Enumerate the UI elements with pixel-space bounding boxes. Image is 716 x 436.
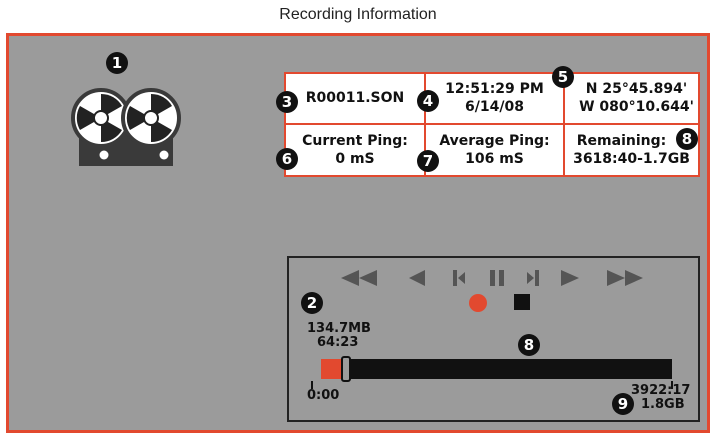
frame-back-icon[interactable]: [451, 268, 467, 288]
filename-cell: R00011.SON: [286, 74, 426, 125]
callout-3-badge: 3: [276, 91, 298, 113]
play-icon[interactable]: [559, 268, 581, 288]
figure-caption: Recording Information: [279, 6, 437, 23]
remaining-label: Remaining:: [576, 132, 667, 149]
callout-8-badge-progress: 8: [518, 334, 540, 356]
position-size-label: 134.7MB: [307, 321, 371, 336]
progress-track[interactable]: [321, 359, 672, 379]
longitude-value: W 080°10.644': [579, 99, 694, 116]
fast-forward-icon[interactable]: [605, 268, 645, 288]
pause-icon[interactable]: [487, 268, 507, 288]
average-ping-cell: Average Ping: 106 mS: [426, 124, 565, 175]
callout-2-badge: 2: [301, 292, 323, 314]
stop-button[interactable]: [514, 294, 530, 310]
current-ping-cell: Current Ping: 0 mS: [286, 124, 426, 175]
playback-panel: 134.7MB 64:23 0:00 3922:17 1.8GB: [287, 256, 700, 422]
frame-forward-icon[interactable]: [525, 268, 541, 288]
time-date-cell: 12:51:29 PM 6/14/08: [426, 74, 565, 125]
average-ping-label: Average Ping:: [439, 132, 550, 149]
callout-9-badge: 9: [612, 393, 634, 415]
filename-value: R00011.SON: [305, 90, 405, 107]
rewind-icon[interactable]: [339, 268, 379, 288]
start-time-label: 0:00: [307, 388, 340, 403]
callout-4-badge: 4: [417, 90, 439, 112]
position-time-label: 64:23: [317, 335, 359, 350]
remaining-value: 3618:40-1.7GB: [573, 150, 690, 167]
latitude-value: N 25°45.894': [585, 81, 688, 98]
callout-7-badge: 7: [417, 150, 439, 172]
callout-8-badge-remaining: 8: [676, 128, 698, 150]
callout-1-badge: 1: [106, 52, 128, 74]
record-button[interactable]: [469, 294, 487, 312]
recording-info-screen: 1 R00011.SON 12:51:29 PM 6/14/08 N 25°45…: [6, 33, 710, 433]
progress-handle[interactable]: [341, 356, 351, 382]
callout-6-badge: 6: [276, 148, 298, 170]
average-ping-value: 106 mS: [465, 150, 524, 167]
current-ping-value: 0 mS: [335, 150, 375, 167]
position-cell: N 25°45.894' W 080°10.644': [565, 74, 698, 125]
end-size-label: 1.8GB: [641, 397, 685, 412]
current-ping-label: Current Ping:: [302, 132, 408, 149]
tape-reel-icon: [71, 78, 181, 168]
date-value: 6/14/08: [465, 99, 524, 116]
recording-info-table: R00011.SON 12:51:29 PM 6/14/08 N 25°45.8…: [284, 72, 700, 177]
end-time-label: 3922:17: [631, 383, 691, 398]
time-value: 12:51:29 PM: [445, 81, 544, 98]
callout-5-badge: 5: [552, 66, 574, 88]
step-back-icon[interactable]: [407, 268, 427, 288]
